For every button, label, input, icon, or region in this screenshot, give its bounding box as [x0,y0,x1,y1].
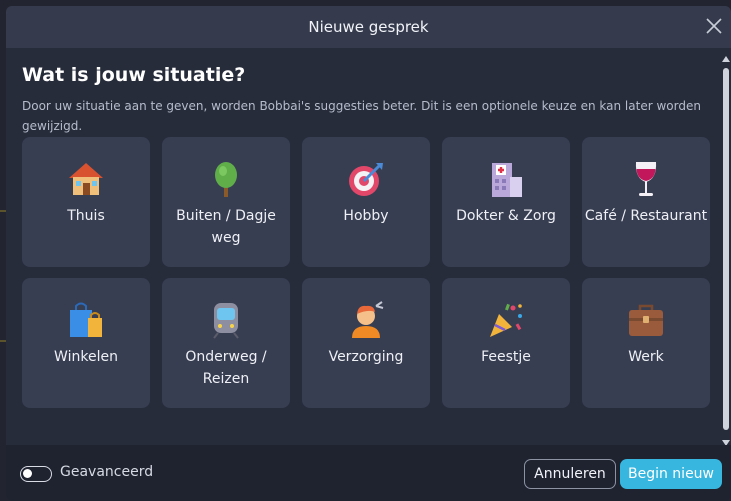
wine-glass-icon [635,162,657,196]
situation-description: Door uw situatie aan te geven, worden Bo… [22,99,701,133]
close-button[interactable] [703,15,725,37]
situation-tile-buiten[interactable]: Buiten / Dagje weg [162,137,290,267]
situation-tile-cafe[interactable]: Café / Restaurant [582,137,710,267]
vertical-scrollbar[interactable] [722,54,730,446]
situation-tile-thuis[interactable]: Thuis [22,137,150,267]
tree-icon [215,162,237,197]
situation-label: Werk [628,349,664,365]
situation-grid: Thuis Buiten / Dagje weg Hobby Dokter & … [22,137,710,408]
situation-label: Feestje [481,349,531,365]
dialog-title: Nieuwe gesprek [308,18,429,36]
situation-label: Café / Restaurant [584,208,708,224]
situation-label: Verzorging [328,349,404,365]
dialog-content: Wat is jouw situatie? Door uw situatie a… [22,64,705,136]
situation-label: Dokter & Zorg [456,208,556,224]
toggle-knob [23,469,32,478]
situation-tile-feestje[interactable]: Feestje [442,278,570,408]
briefcase-icon [629,304,663,336]
haircut-icon [352,301,384,338]
party-popper-icon [490,303,522,337]
advanced-label: Geavanceerd [60,464,154,480]
shopping-bags-icon [70,302,102,337]
situation-label: Hobby [343,208,389,224]
advanced-toggle[interactable] [20,466,52,482]
cancel-button[interactable]: Annuleren [524,459,616,489]
situation-heading: Wat is jouw situatie? [22,64,246,86]
train-icon [213,303,239,339]
dart-target-icon [349,163,383,196]
situation-tile-werk[interactable]: Werk [582,278,710,408]
situation-label: Buiten / Dagje weg [176,208,276,246]
dialog-footer: Geavanceerd Annuleren Begin nieuw [6,445,731,501]
start-new-button[interactable]: Begin nieuw [620,459,722,489]
hospital-icon [492,163,522,197]
situation-tile-winkelen[interactable]: Winkelen [22,278,150,408]
situation-tile-hobby[interactable]: Hobby [302,137,430,267]
situation-tile-onderweg[interactable]: Onderweg / Reizen [162,278,290,408]
scroll-up-arrow-icon[interactable] [722,56,730,62]
dialog-titlebar: Nieuwe gesprek [6,6,731,48]
situation-label: Thuis [67,208,105,224]
house-icon [69,163,103,195]
scroll-thumb[interactable] [723,68,729,430]
situation-tile-dokter[interactable]: Dokter & Zorg [442,137,570,267]
situation-label: Onderweg / Reizen [185,349,267,387]
close-icon [706,18,722,34]
situation-label: Winkelen [54,349,118,365]
new-conversation-dialog: Nieuwe gesprek Wat is jouw situatie? Doo… [6,6,731,501]
situation-tile-verzorging[interactable]: Verzorging [302,278,430,408]
